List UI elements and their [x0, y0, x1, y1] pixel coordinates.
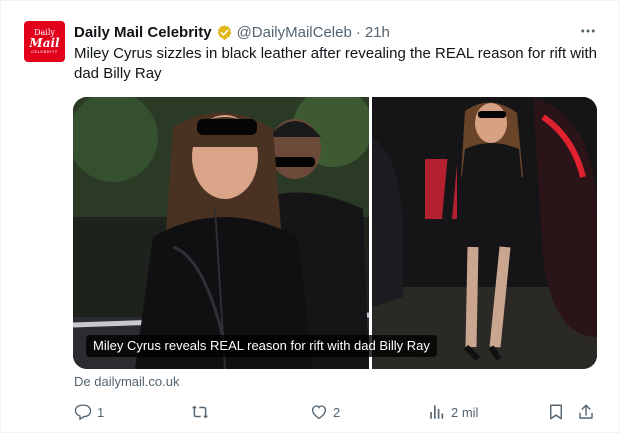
card-source[interactable]: De dailymail.co.uk [74, 374, 180, 389]
tweet-container: Daily Mail CELEBRITY Daily Mail Celebrit… [0, 0, 620, 433]
avatar[interactable]: Daily Mail CELEBRITY [24, 21, 65, 62]
avatar-line3: CELEBRITY [31, 49, 58, 54]
reply-count: 1 [97, 404, 105, 420]
action-bar: 1 2 2 mil [1, 399, 620, 425]
more-icon[interactable] [578, 21, 598, 41]
card-caption: Miley Cyrus reveals REAL reason for rift… [86, 335, 437, 357]
like-button[interactable]: 2 [310, 402, 340, 422]
bookmark-button[interactable] [547, 402, 565, 422]
views-count: 2 mil [451, 404, 479, 420]
bookmark-icon [550, 404, 562, 420]
tweet-header: Daily Mail Celebrity @DailyMailCeleb · 2… [74, 22, 390, 42]
like-count: 2 [333, 404, 341, 420]
share-button[interactable] [577, 402, 595, 422]
card-image [73, 97, 597, 369]
avatar-line2: Mail [29, 36, 60, 50]
verified-badge-icon [217, 24, 232, 40]
display-name[interactable]: Daily Mail Celebrity [74, 24, 212, 41]
tweet-text: Miley Cyrus sizzles in black leather aft… [74, 45, 597, 82]
separator-dot: · [355, 23, 361, 41]
share-icon [579, 404, 593, 419]
link-card[interactable] [73, 97, 597, 369]
timestamp[interactable]: 21h [365, 24, 390, 41]
reply-icon [74, 404, 92, 421]
views-icon [430, 405, 444, 419]
retweet-button[interactable] [191, 402, 214, 422]
like-icon [311, 405, 327, 420]
reply-button[interactable]: 1 [74, 402, 104, 422]
handle[interactable]: @DailyMailCeleb [237, 24, 352, 41]
retweet-icon [191, 405, 209, 419]
views-button[interactable]: 2 mil [428, 402, 478, 422]
